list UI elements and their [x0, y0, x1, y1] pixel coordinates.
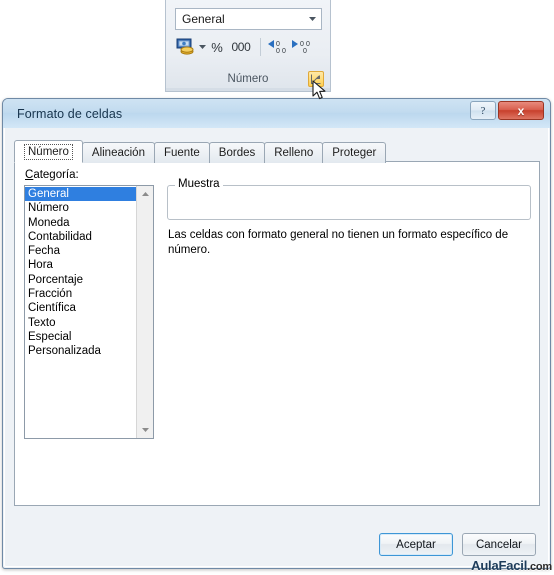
dialog-footer: Aceptar Cancelar — [379, 533, 536, 556]
watermark: AulaFacil.com — [471, 558, 552, 573]
tab-fuente[interactable]: Fuente — [153, 142, 210, 163]
sample-groupbox: Muestra — [167, 178, 531, 220]
list-item[interactable]: Fracción — [25, 287, 136, 301]
tab-label: Fuente — [163, 147, 200, 159]
increase-decimal-icon: 0 0 0 — [268, 40, 286, 55]
dialog-tabstrip: Número Alineación Fuente Bordes Relleno … — [14, 140, 387, 163]
svg-text:0: 0 — [282, 48, 286, 55]
category-listbox[interactable]: General Número Moneda Contabilidad Fecha… — [24, 185, 154, 439]
svg-text:0: 0 — [276, 48, 280, 55]
sample-description: Las celdas con formato general no tienen… — [168, 229, 509, 256]
currency-icon — [176, 38, 196, 56]
tab-relleno[interactable]: Relleno — [264, 142, 324, 163]
tab-label: Bordes — [218, 147, 256, 159]
scroll-up-icon[interactable] — [137, 186, 153, 202]
category-scrollbar[interactable] — [136, 186, 153, 438]
format-cells-dialog: Formato de celdas ? x Número Alineación … — [2, 98, 551, 569]
category-label: Categoría: — [25, 169, 79, 181]
close-icon: x — [517, 103, 525, 118]
chevron-down-icon[interactable] — [308, 9, 317, 29]
percent-style-button[interactable]: % — [207, 36, 227, 58]
svg-text:0: 0 — [300, 41, 304, 48]
list-item[interactable]: Hora — [25, 258, 136, 272]
list-item[interactable]: Científica — [25, 301, 136, 315]
tab-proteger[interactable]: Proteger — [322, 142, 387, 163]
list-item[interactable]: Contabilidad — [25, 230, 136, 244]
currency-format-button[interactable] — [175, 36, 197, 58]
dialog-launcher-icon — [311, 74, 321, 84]
list-item[interactable]: Moneda — [25, 216, 136, 230]
tab-panel-numero: Categoría: General Número Moneda Contabi… — [14, 161, 540, 506]
dialog-titlebar[interactable]: Formato de celdas ? x — [3, 99, 550, 128]
tab-label: Número — [24, 143, 73, 160]
list-item[interactable]: Texto — [25, 316, 136, 330]
decrease-decimal-button[interactable]: 0 0 0 — [290, 37, 314, 57]
watermark-brand: AulaFacil — [471, 558, 528, 573]
svg-text:0: 0 — [306, 41, 310, 48]
thousands-icon: 000 — [231, 40, 251, 54]
tab-label: Proteger — [332, 147, 377, 159]
list-item[interactable]: Fecha — [25, 244, 136, 258]
dialog-launcher-button[interactable] — [308, 71, 324, 87]
dialog-title: Formato de celdas — [17, 106, 123, 121]
ribbon-number-group: General % 000 0 0 0 0 0 0 Número — [165, 0, 331, 92]
list-item[interactable]: Especial — [25, 330, 136, 344]
cancel-button-label: Cancelar — [475, 538, 523, 551]
list-item[interactable]: Número — [25, 201, 136, 215]
category-items: General Número Moneda Contabilidad Fecha… — [25, 186, 136, 438]
help-icon: ? — [480, 104, 486, 117]
currency-dropdown-button[interactable] — [197, 37, 207, 57]
tab-numero[interactable]: Número — [14, 140, 83, 163]
increase-decimal-button[interactable]: 0 0 0 — [266, 37, 290, 57]
sample-legend: Muestra — [175, 178, 223, 190]
percent-icon: % — [211, 39, 223, 55]
accept-button[interactable]: Aceptar — [379, 533, 453, 556]
number-format-value: General — [182, 12, 225, 26]
tab-label: Relleno — [274, 147, 314, 159]
help-button[interactable]: ? — [470, 101, 496, 120]
svg-text:0: 0 — [303, 48, 307, 55]
number-format-buttons: % 000 0 0 0 0 0 0 — [175, 36, 314, 58]
watermark-suffix: .com — [527, 561, 552, 573]
tab-label: Alineación — [91, 147, 145, 159]
list-item[interactable]: Personalizada — [25, 344, 136, 358]
ribbon-group-label: Número — [227, 73, 269, 85]
svg-text:0: 0 — [276, 41, 280, 48]
toolbar-separator — [260, 38, 261, 56]
list-item[interactable]: General — [25, 187, 136, 202]
comma-style-button[interactable]: 000 — [227, 36, 255, 58]
category-label-rest: ategoría: — [33, 169, 79, 181]
list-item[interactable]: Porcentaje — [25, 273, 136, 287]
tab-alineacion[interactable]: Alineación — [81, 142, 155, 163]
titlebar-buttons: ? x — [470, 101, 544, 120]
tab-bordes[interactable]: Bordes — [208, 142, 266, 163]
decrease-decimal-icon: 0 0 0 — [292, 40, 310, 55]
accept-button-label: Aceptar — [396, 538, 436, 551]
close-button[interactable]: x — [498, 101, 544, 120]
number-format-combo[interactable]: General — [175, 8, 322, 30]
scroll-down-icon[interactable] — [137, 422, 153, 438]
cancel-button[interactable]: Cancelar — [462, 533, 536, 556]
